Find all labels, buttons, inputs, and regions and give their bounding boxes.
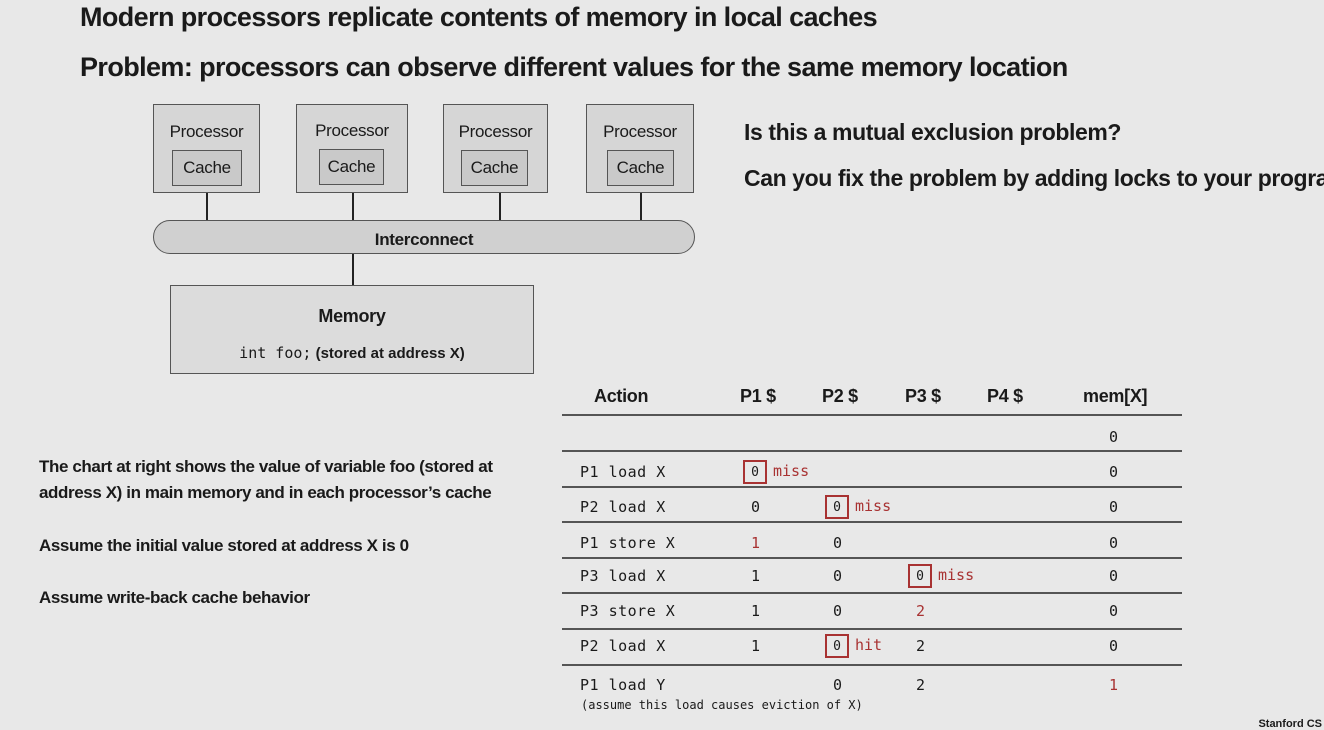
cache-state-table: Action P1 $ P2 $ P3 $ P4 $ mem[X] 0 P1 load X0m… [0, 0, 1324, 728]
cell-mem: 0 [1109, 602, 1119, 620]
table-header-action: Action [594, 386, 649, 406]
cell-p3: 2 [916, 676, 926, 694]
cell-p1: 1 [751, 567, 761, 585]
row-action: P3 load X [580, 567, 666, 585]
cell-p2: 0 [833, 567, 843, 585]
table-header-p3: P3 $ [905, 386, 941, 406]
row-action: P1 load Y [580, 676, 666, 694]
cache-value-box: 0 [825, 634, 849, 658]
table-divider [562, 664, 1182, 666]
table-divider [562, 557, 1182, 559]
cell-mem: 0 [1109, 463, 1119, 481]
cell-p2: 0 [833, 602, 843, 620]
cell-p1: 1 [751, 602, 761, 620]
cache-miss-label: miss [855, 497, 892, 515]
cell-mem: 0 [1109, 428, 1119, 446]
cell-mem: 0 [1109, 567, 1119, 585]
cache-miss-label: miss [938, 566, 975, 584]
table-divider [562, 486, 1182, 488]
cache-value-box: 0 [908, 564, 932, 588]
cell-mem: 1 [1109, 676, 1119, 694]
row-action: P3 store X [580, 602, 676, 620]
row-action: P1 store X [580, 534, 676, 552]
table-header-p2: P2 $ [822, 386, 858, 406]
cache-value-box: 0 [825, 495, 849, 519]
cell-p3: 2 [916, 602, 926, 620]
cache-miss-label: miss [773, 462, 810, 480]
cache-hit-label: hit [855, 636, 883, 654]
cell-p2: 0 [833, 534, 843, 552]
cell-p3: 2 [916, 637, 926, 655]
row-action: P2 load X [580, 637, 666, 655]
cell-mem: 0 [1109, 637, 1119, 655]
table-divider [562, 592, 1182, 594]
cell-mem: 0 [1109, 498, 1119, 516]
cell-mem: 0 [1109, 534, 1119, 552]
table-divider [562, 521, 1182, 523]
table-header-p1: P1 $ [740, 386, 776, 406]
cell-p1: 1 [751, 534, 761, 552]
cell-p1: 0 [751, 498, 761, 516]
cell-p1: 1 [751, 637, 761, 655]
cell-p2: 0 [833, 676, 843, 694]
row-action-note: (assume this load causes eviction of X) [581, 698, 863, 712]
cache-value-box: 0 [743, 460, 767, 484]
table-header-mem: mem[X] [1083, 386, 1148, 406]
footer-label: Stanford CS [1258, 718, 1322, 730]
table-divider [562, 414, 1182, 416]
row-action: P2 load X [580, 498, 666, 516]
table-divider [562, 450, 1182, 452]
table-divider [562, 628, 1182, 630]
table-header-p4: P4 $ [987, 386, 1023, 406]
row-action: P1 load X [580, 463, 666, 481]
